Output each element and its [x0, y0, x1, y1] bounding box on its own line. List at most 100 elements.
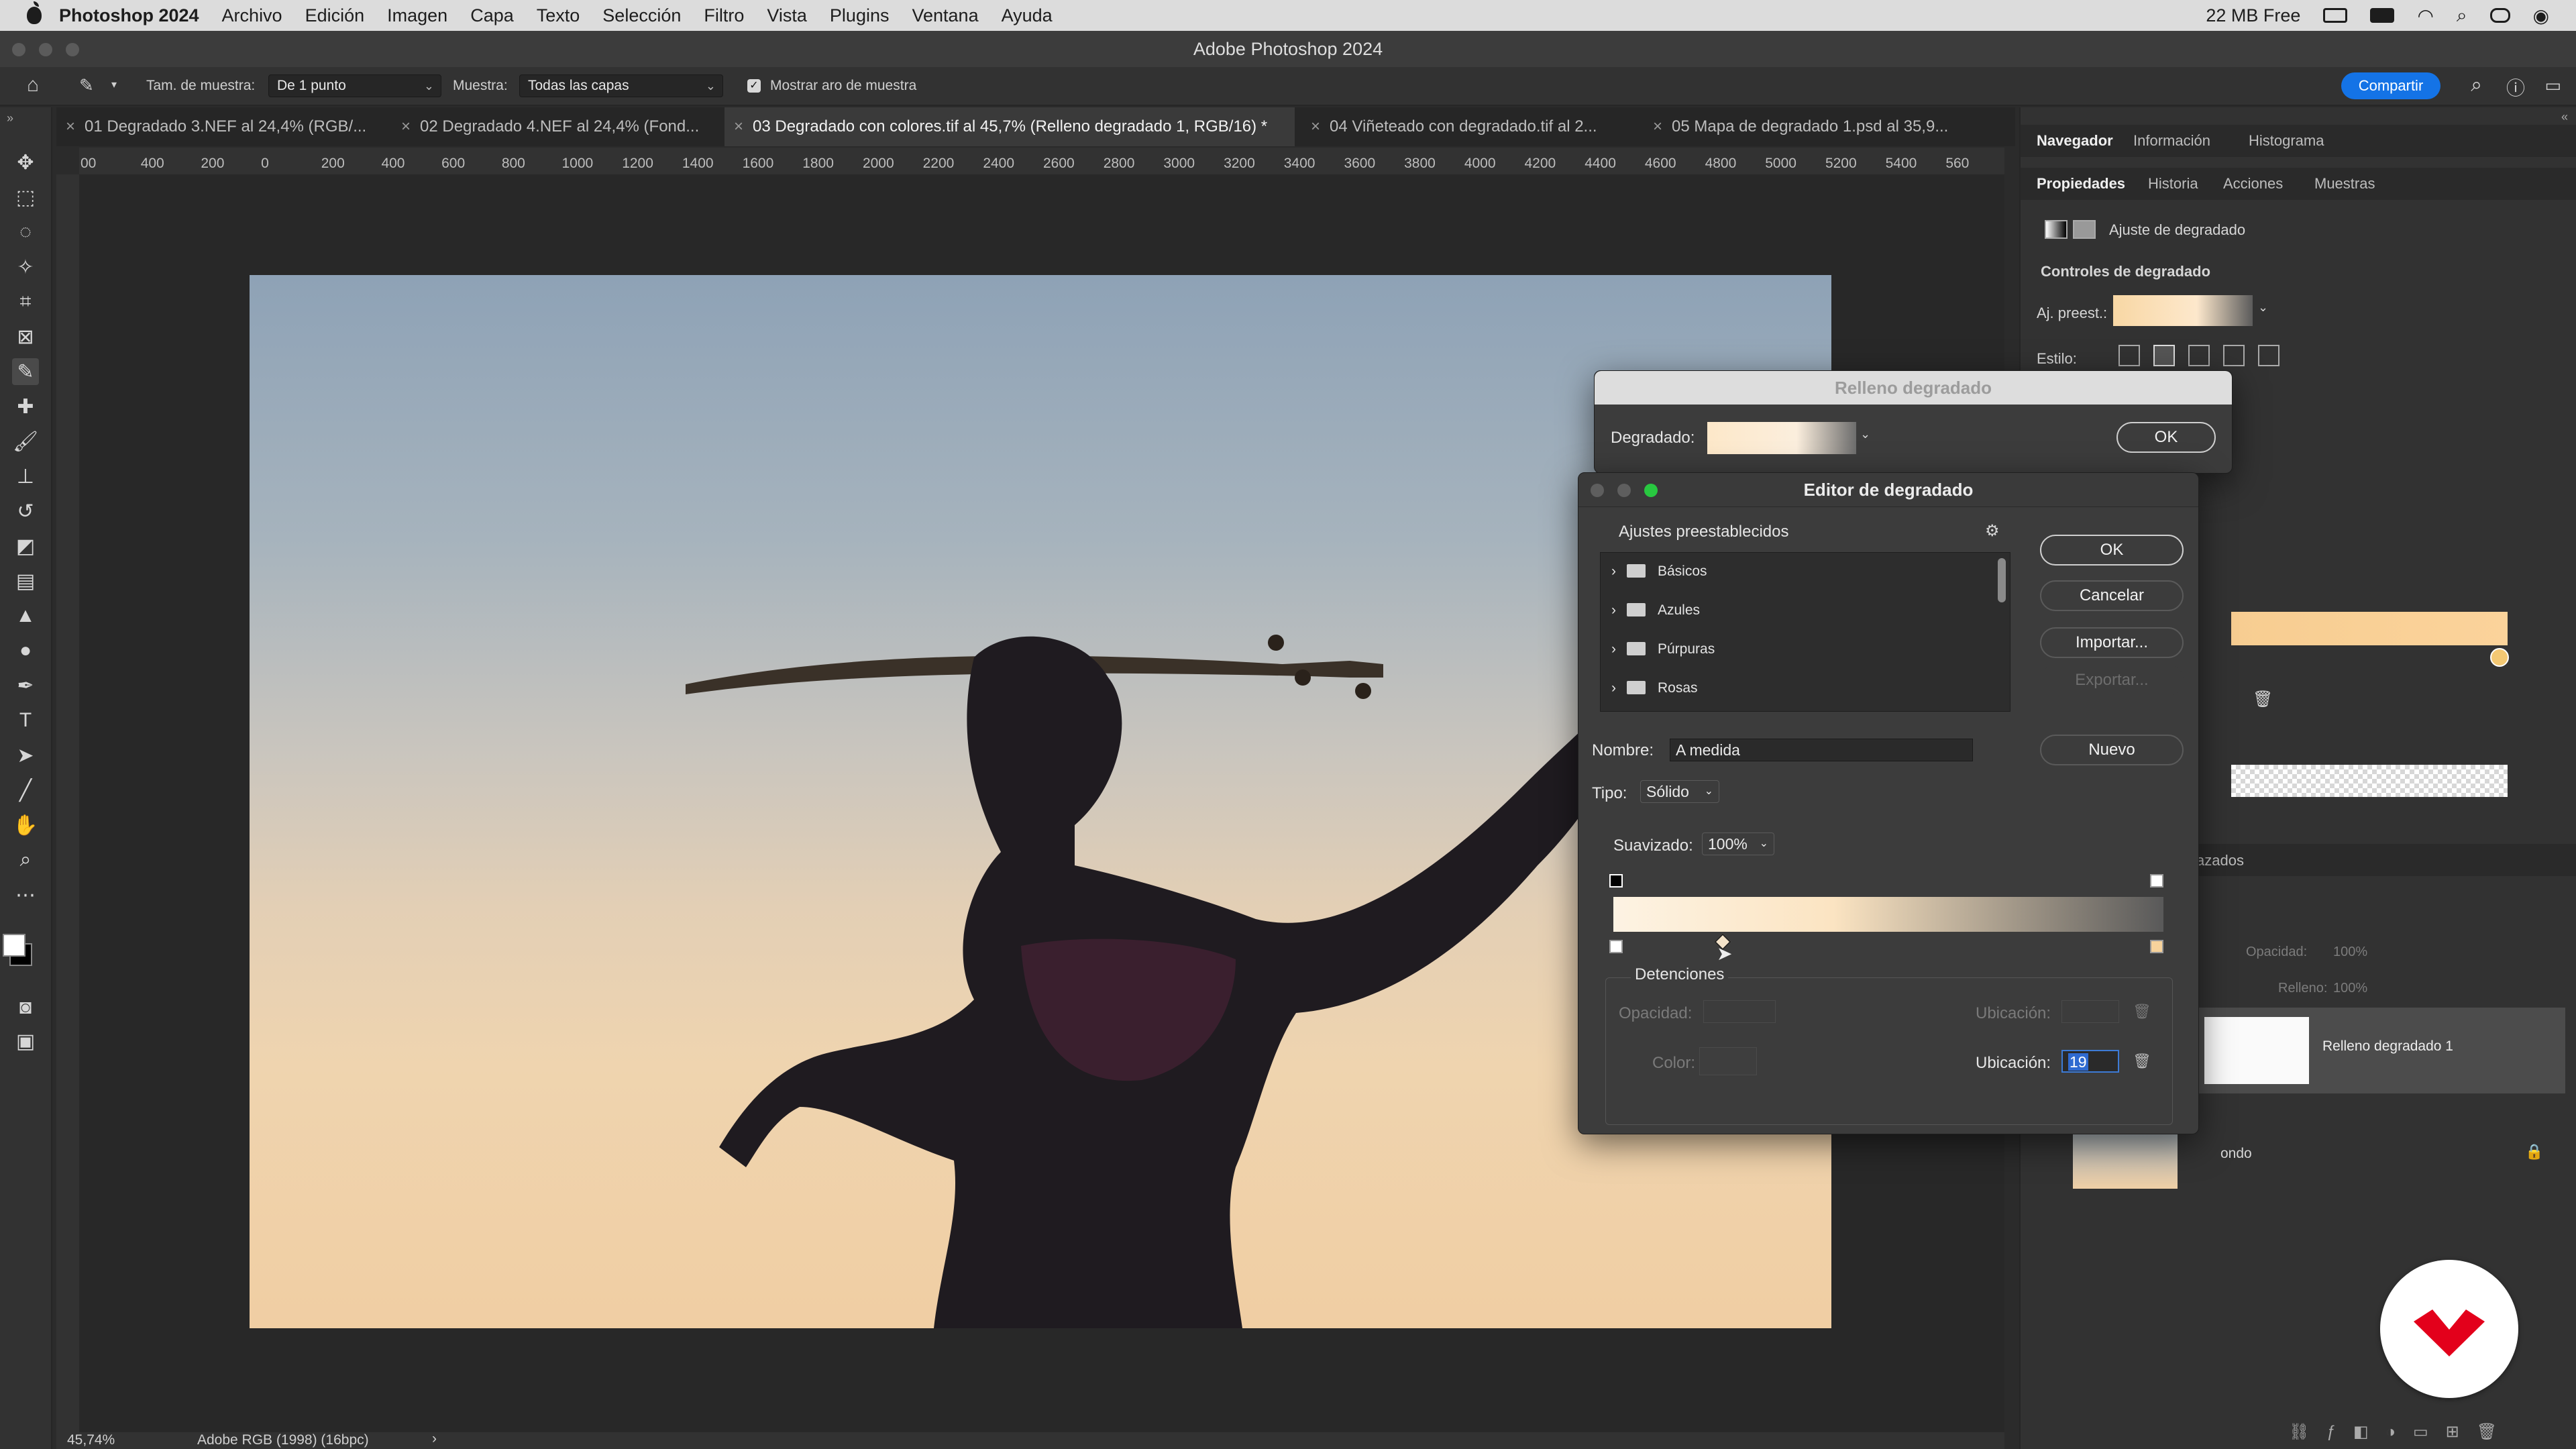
- horizontal-ruler[interactable]: 00 400 200 0 200 400 600 800 1000 1200 1400 1600 180…: [79, 148, 2004, 174]
- crop-tool-icon[interactable]: ⌗: [12, 288, 39, 315]
- doc-tab-2[interactable]: × 02 Degradado 4.NEF al 24,4% (Fond...: [392, 107, 720, 146]
- tab-navegador[interactable]: Navegador: [2037, 125, 2113, 157]
- color-stop-right[interactable]: [2150, 940, 2163, 953]
- zoom-window-icon[interactable]: [66, 43, 79, 56]
- move-tool-icon[interactable]: ✥: [12, 149, 39, 176]
- smoothness-select[interactable]: 100% ⌄: [1702, 833, 1774, 855]
- layer-opacity-value[interactable]: 100%: [2333, 945, 2367, 960]
- cancel-button[interactable]: Cancelar: [2040, 580, 2184, 611]
- presets-title[interactable]: Ajustes preestablecidos: [1619, 523, 1788, 541]
- style-diamond-icon[interactable]: [2258, 345, 2279, 366]
- search-icon[interactable]: ⌕: [2471, 74, 2482, 97]
- dodge-tool-icon[interactable]: ●: [12, 637, 39, 664]
- layer-fill-value[interactable]: 100%: [2333, 981, 2367, 996]
- delete-stop-icon[interactable]: 🗑: [2253, 690, 2273, 709]
- name-input[interactable]: A medida: [1670, 739, 1973, 761]
- close-tab-icon[interactable]: ×: [66, 117, 75, 136]
- menu-ayuda[interactable]: Ayuda: [1002, 5, 1053, 26]
- opacity-preview-bar[interactable]: [2231, 765, 2508, 797]
- close-tab-icon[interactable]: ×: [401, 117, 411, 136]
- style-angle-icon[interactable]: [2188, 345, 2210, 366]
- preset-list[interactable]: › Básicos › Azules › Púrpuras › Rosas: [1600, 552, 2010, 712]
- quick-mask-icon[interactable]: ◙: [12, 994, 39, 1021]
- memory-status[interactable]: 22 MB Free: [2206, 5, 2300, 26]
- opacity-stop-left[interactable]: [1609, 874, 1623, 888]
- layer-mask-icon[interactable]: [2073, 220, 2096, 239]
- menu-filtro[interactable]: Filtro: [704, 5, 744, 26]
- chevron-down-icon[interactable]: ⌄: [1860, 427, 1870, 441]
- close-tab-icon[interactable]: ×: [1653, 117, 1662, 136]
- stamp-tool-icon[interactable]: ⊥: [12, 463, 39, 490]
- gradient-tool-icon[interactable]: ▤: [12, 568, 39, 594]
- sample-select[interactable]: Todas las capas ⌄: [519, 74, 723, 97]
- menu-imagen[interactable]: Imagen: [387, 5, 447, 26]
- color-stop-left[interactable]: [1609, 940, 1623, 953]
- doc-tab-5[interactable]: × 05 Mapa de degradado 1.psd al 35,9...: [1644, 107, 2015, 146]
- controls-title[interactable]: Controles de degradado: [2041, 263, 2210, 280]
- ok-button[interactable]: OK: [2040, 535, 2184, 566]
- gear-icon[interactable]: ⚙: [1985, 521, 2000, 541]
- home-icon[interactable]: ⌂: [27, 74, 39, 97]
- eyedropper-tool-icon[interactable]: ✎: [12, 358, 39, 385]
- new-button[interactable]: Nuevo: [2040, 735, 2184, 765]
- close-tab-icon[interactable]: ×: [734, 117, 743, 136]
- help-icon[interactable]: ⓘ: [2506, 74, 2525, 101]
- preset-folder-rosas[interactable]: › Rosas: [1601, 669, 1996, 707]
- zoom-tool-icon[interactable]: ⌕: [12, 847, 39, 873]
- preset-gradient-swatch[interactable]: [2113, 295, 2253, 326]
- gradient-midpoint-handle[interactable]: [2490, 648, 2509, 667]
- healing-brush-tool-icon[interactable]: ✚: [12, 393, 39, 420]
- lasso-tool-icon[interactable]: ◌: [12, 219, 39, 246]
- apple-menu-icon[interactable]: [27, 1, 42, 24]
- zoom-level[interactable]: 45,74%: [67, 1432, 115, 1448]
- collapse-panel-icon[interactable]: »: [7, 111, 13, 125]
- status-arrow-icon[interactable]: ›: [432, 1431, 437, 1447]
- gradient-fill-ok-button[interactable]: OK: [2116, 422, 2216, 453]
- display-icon[interactable]: [2323, 8, 2348, 23]
- tab-muestras[interactable]: Muestras: [2314, 168, 2375, 200]
- tab-vinculados-fragment[interactable]: azados: [2196, 852, 2244, 869]
- gradient-fill-swatch[interactable]: [1707, 422, 1856, 454]
- tab-propiedades[interactable]: Propiedades: [2037, 168, 2125, 200]
- background-layer-name[interactable]: ondo: [2220, 1146, 2252, 1162]
- doc-tab-4[interactable]: × 04 Viñeteado con degradado.tif al 2...: [1301, 107, 1637, 146]
- hand-tool-icon[interactable]: ✋: [12, 812, 39, 839]
- menu-app-name[interactable]: Photoshop 2024: [59, 5, 199, 26]
- menu-ventana[interactable]: Ventana: [912, 5, 978, 26]
- doc-tab-3-active[interactable]: × 03 Degradado con colores.tif al 45,7% (…: [724, 107, 1295, 146]
- import-button[interactable]: Importar...: [2040, 627, 2184, 658]
- history-brush-tool-icon[interactable]: ↺: [12, 498, 39, 525]
- frame-tool-icon[interactable]: ⊠: [12, 323, 39, 350]
- marquee-tool-icon[interactable]: ⬚: [12, 184, 39, 211]
- magic-wand-tool-icon[interactable]: ✧: [12, 254, 39, 280]
- color-location-input[interactable]: 19: [2061, 1050, 2119, 1073]
- more-tools-icon[interactable]: ⋯: [12, 881, 39, 908]
- preset-folder-purpuras[interactable]: › Púrpuras: [1601, 631, 1996, 668]
- battery-icon[interactable]: [2370, 8, 2395, 23]
- brush-tool-icon[interactable]: 🖌: [12, 428, 39, 455]
- type-select[interactable]: Sólido ⌄: [1640, 780, 1719, 803]
- menu-plugins[interactable]: Plugins: [830, 5, 890, 26]
- siri-icon[interactable]: ◉: [2533, 5, 2549, 27]
- pen-tool-icon[interactable]: ✒: [12, 672, 39, 699]
- gradient-bar[interactable]: [1613, 897, 2163, 932]
- path-selection-tool-icon[interactable]: ➤: [12, 742, 39, 769]
- menu-texto[interactable]: Texto: [537, 5, 580, 26]
- tab-acciones[interactable]: Acciones: [2223, 168, 2283, 200]
- preset-folder-azules[interactable]: › Azules: [1601, 592, 1996, 629]
- share-button[interactable]: Compartir: [2341, 72, 2440, 99]
- style-linear-icon[interactable]: [2118, 345, 2140, 366]
- tab-histograma[interactable]: Histograma: [2249, 125, 2324, 157]
- layer-mask-thumbnail[interactable]: [2204, 1017, 2309, 1084]
- preset-scrollbar[interactable]: [1998, 558, 2006, 602]
- lock-icon[interactable]: 🔒: [2525, 1143, 2543, 1161]
- workspace-icon[interactable]: ▭: [2544, 75, 2561, 96]
- layers-footer-icons[interactable]: ⛓ƒ◧◑▭⊞🗑: [2289, 1422, 2514, 1442]
- close-window-icon[interactable]: [12, 43, 25, 56]
- menu-capa[interactable]: Capa: [470, 5, 514, 26]
- control-center-icon[interactable]: [2489, 8, 2510, 23]
- tab-informacion[interactable]: Información: [2133, 125, 2210, 157]
- layer-row-gradient-fill[interactable]: Relleno degradado 1: [2198, 1008, 2565, 1093]
- menu-seleccion[interactable]: Selección: [602, 5, 681, 26]
- minimize-window-icon[interactable]: [39, 43, 52, 56]
